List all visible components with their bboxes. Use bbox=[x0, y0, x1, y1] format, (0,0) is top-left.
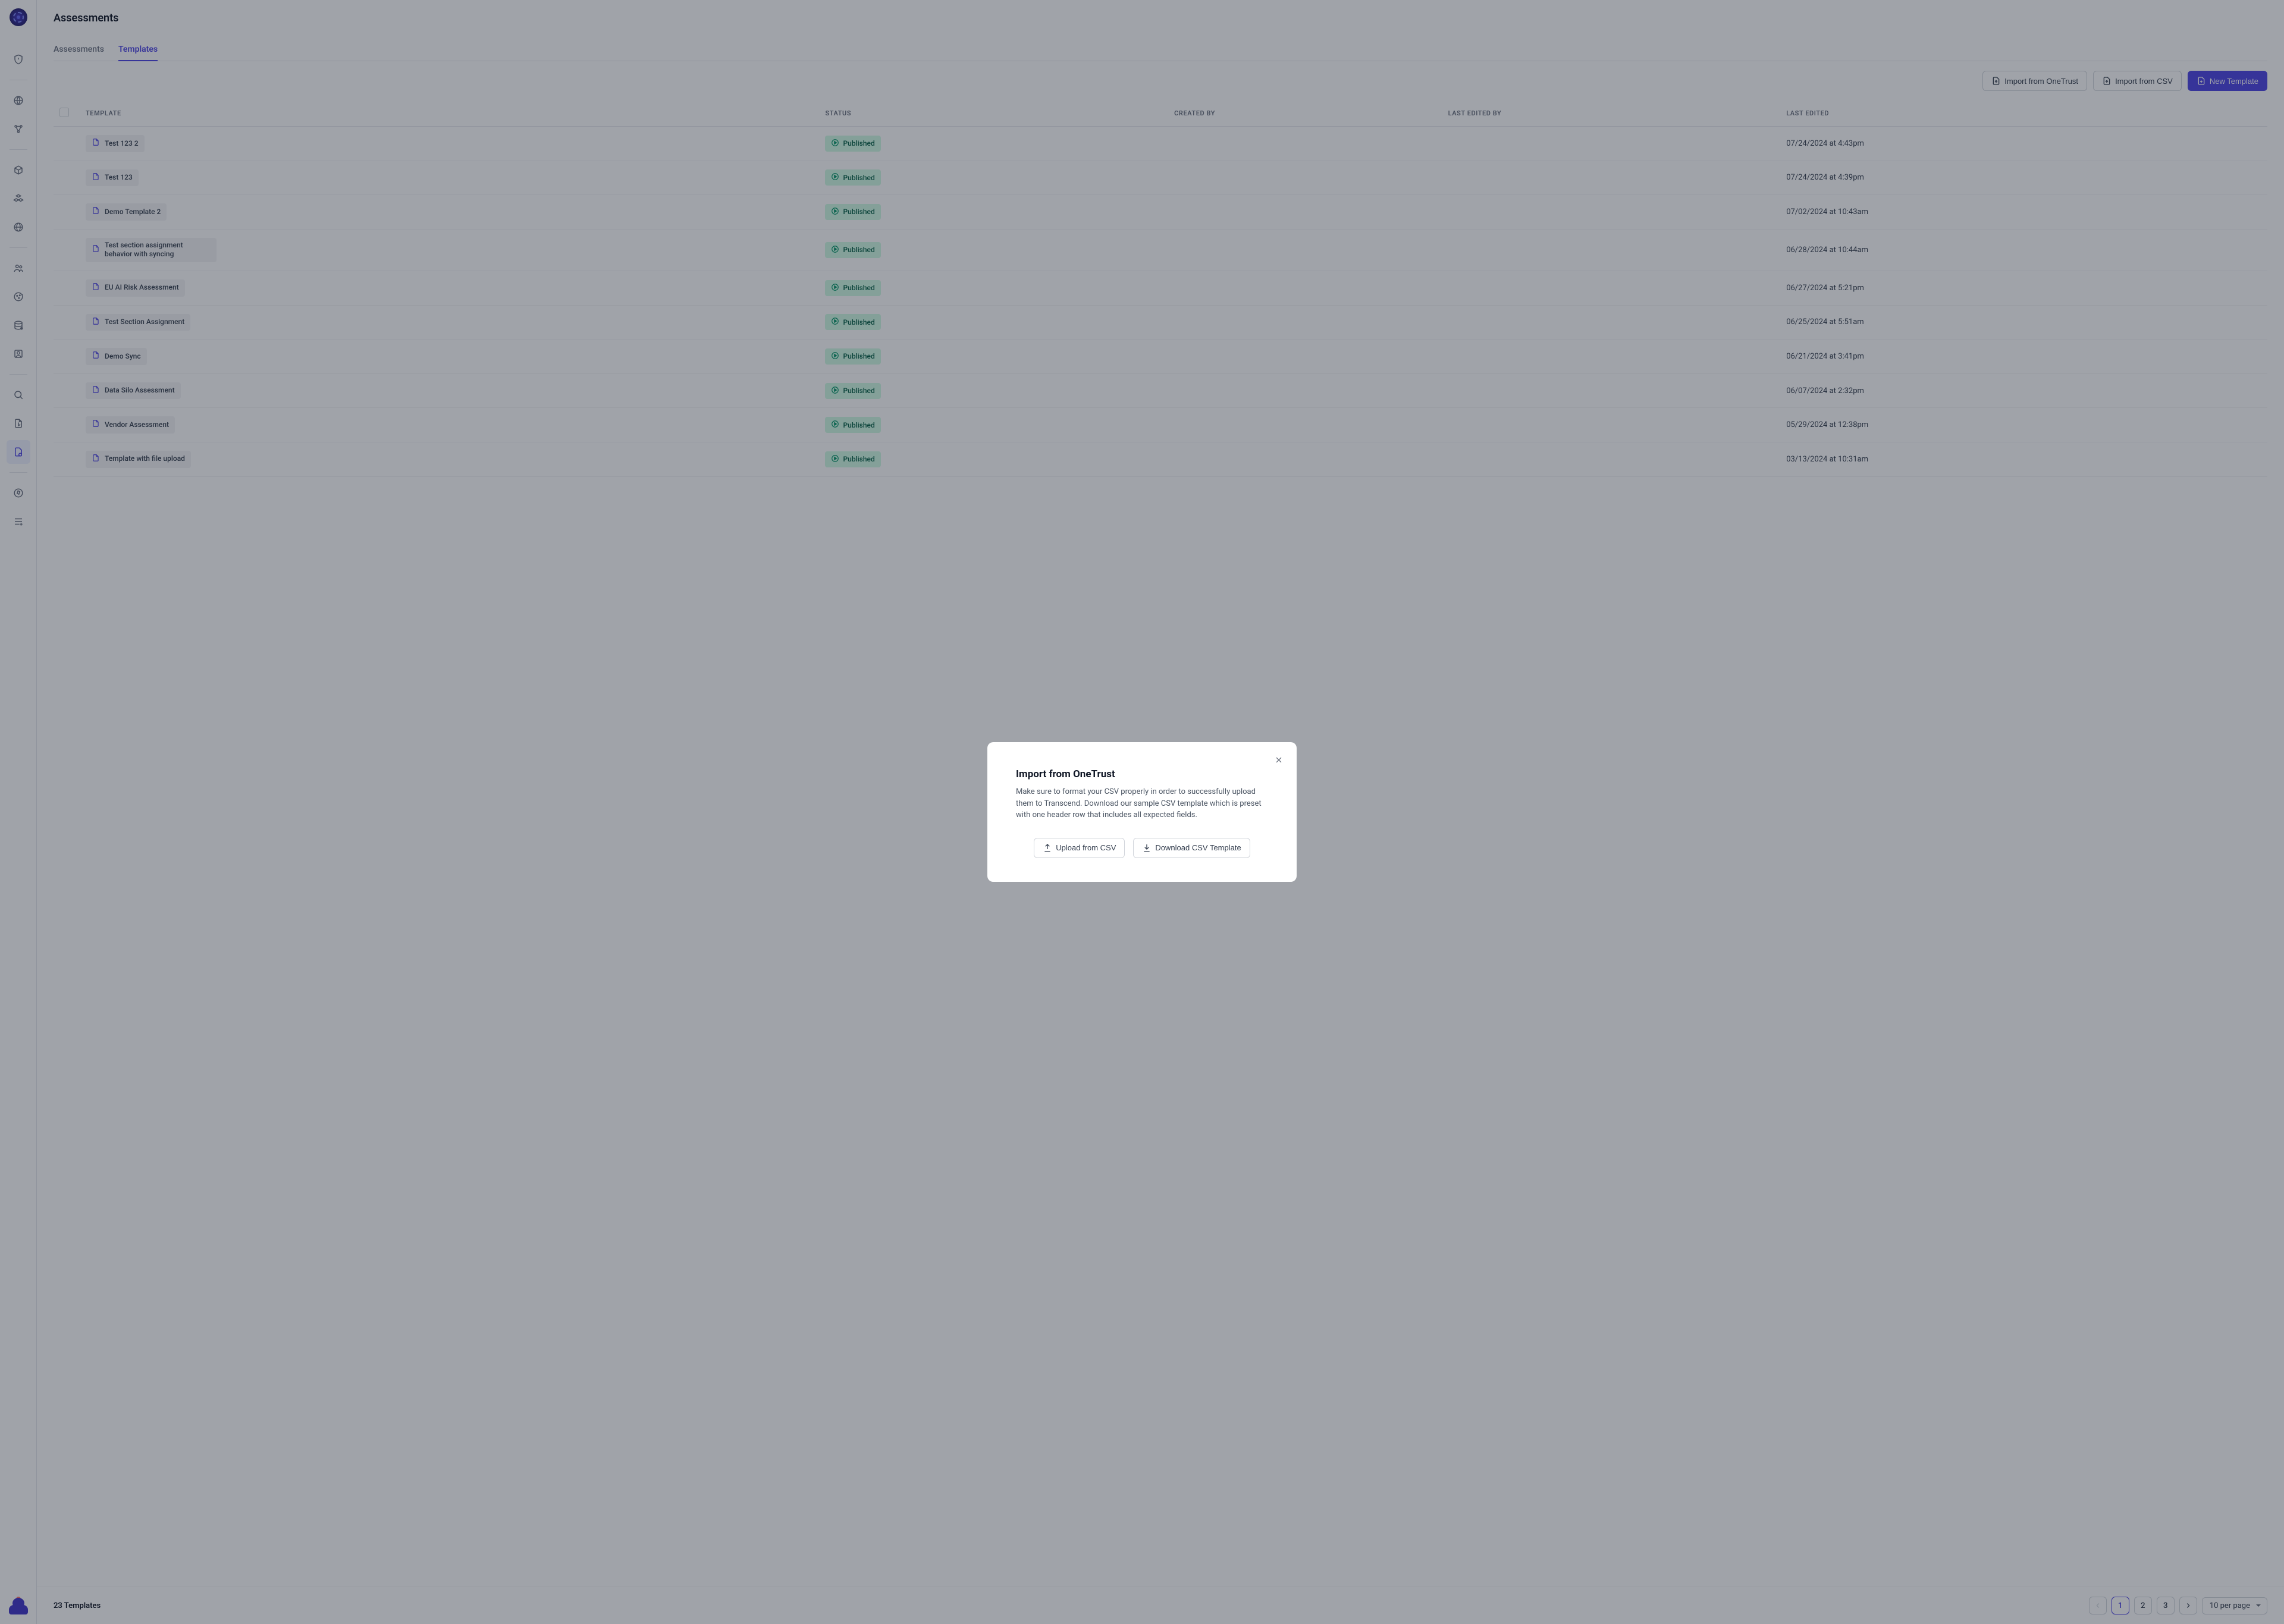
upload-csv-button[interactable]: Upload from CSV bbox=[1034, 838, 1125, 858]
button-label: Upload from CSV bbox=[1056, 843, 1116, 852]
download-icon bbox=[1142, 843, 1152, 853]
modal-body: Make sure to format your CSV properly in… bbox=[1016, 786, 1268, 821]
download-csv-template-button[interactable]: Download CSV Template bbox=[1133, 838, 1250, 858]
button-label: Download CSV Template bbox=[1155, 843, 1241, 852]
close-icon bbox=[1274, 755, 1284, 765]
modal-title: Import from OneTrust bbox=[1016, 768, 1268, 780]
modal-overlay[interactable]: Import from OneTrust Make sure to format… bbox=[0, 0, 2284, 1624]
close-button[interactable] bbox=[1270, 752, 1287, 768]
upload-icon bbox=[1043, 843, 1052, 853]
import-onetrust-modal: Import from OneTrust Make sure to format… bbox=[987, 742, 1297, 882]
